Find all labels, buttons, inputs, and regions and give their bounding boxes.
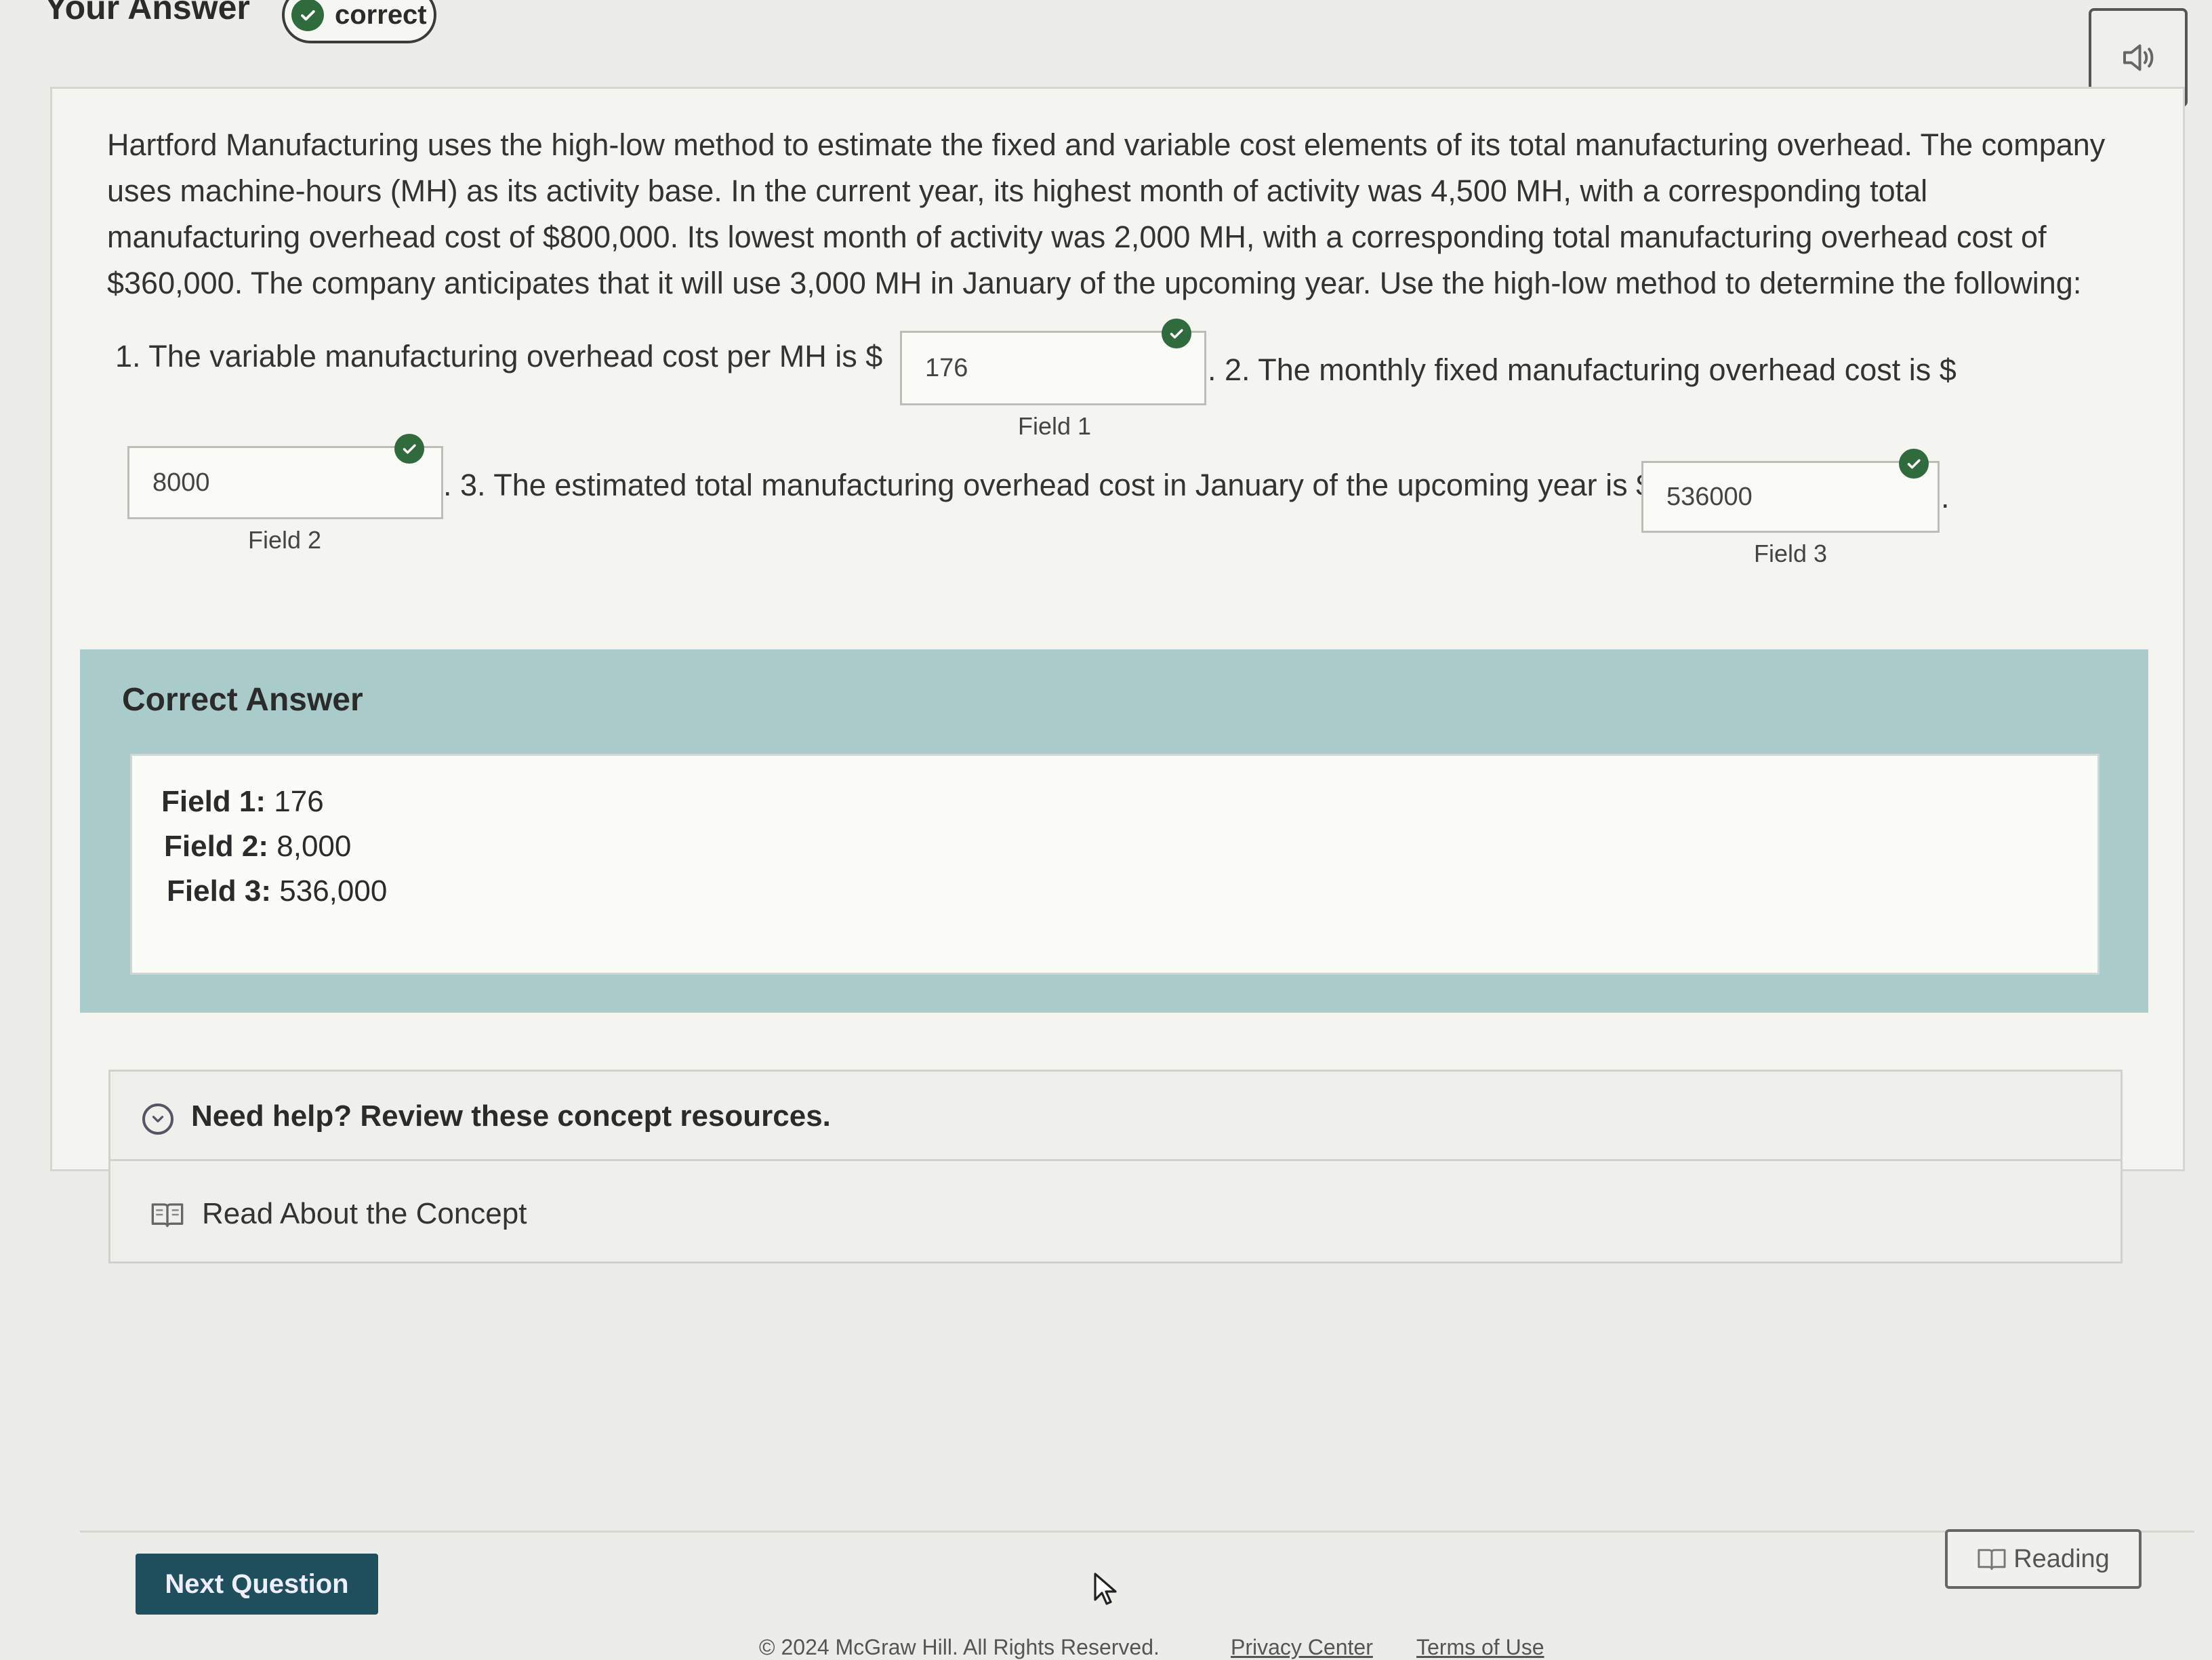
correct-answer-row-label: Field 1: <box>161 785 266 818</box>
privacy-center-label: Privacy Center <box>1231 1635 1373 1659</box>
answer-field-2-value: 8000 <box>152 468 210 497</box>
terms-of-use-link[interactable]: Terms of Use <box>1416 1635 1544 1660</box>
correct-answer-title: Correct Answer <box>122 682 363 718</box>
mouse-pointer-icon <box>1094 1573 1117 1605</box>
correct-answer-row-value: 176 <box>274 785 324 818</box>
book-icon <box>151 1203 184 1228</box>
check-circle-icon <box>291 0 324 31</box>
answer-field-1[interactable]: 176 <box>900 331 1206 405</box>
check-circle-icon <box>1899 449 1929 479</box>
page-title: Your Answer <box>45 0 250 26</box>
help-section <box>108 1070 2123 1263</box>
status-badge-label: correct <box>335 0 427 30</box>
answer-field-3[interactable]: 536000 <box>1641 461 1940 533</box>
terms-of-use-label: Terms of Use <box>1416 1635 1544 1659</box>
correct-answer-row: Field 1: 176 <box>161 785 324 819</box>
correct-answer-box <box>130 754 2100 975</box>
correct-answer-row-value: 8,000 <box>276 830 352 863</box>
field-1-label: Field 1 <box>1018 412 1092 440</box>
correct-answer-row: Field 3: 536,000 <box>167 874 387 908</box>
correct-answer-row: Field 2: 8,000 <box>164 830 351 864</box>
check-circle-icon <box>394 434 424 464</box>
next-question-button[interactable]: Next Question <box>136 1554 378 1615</box>
correct-answer-row-value: 536,000 <box>279 874 388 908</box>
answer-field-3-value: 536000 <box>1666 482 1753 511</box>
correct-answer-row-label: Field 3: <box>167 874 272 908</box>
question-text: Hartford Manufacturing uses the high-low… <box>107 127 2106 300</box>
footer-divider <box>80 1531 2194 1533</box>
check-circle-icon <box>1162 319 1191 348</box>
privacy-center-link[interactable]: Privacy Center <box>1231 1635 1373 1660</box>
reading-button-label: Reading <box>2013 1544 2110 1573</box>
part3-text: . 3. The estimated total manufacturing o… <box>443 468 1654 502</box>
status-badge: correct <box>282 0 436 43</box>
help-toggle[interactable]: Need help? Review these concept resource… <box>191 1099 831 1133</box>
chevron-down-circle-icon[interactable] <box>142 1104 173 1135</box>
answer-field-2[interactable]: 8000 <box>127 446 443 519</box>
correct-answer-row-label: Field 2: <box>164 830 269 863</box>
reading-button[interactable]: Reading <box>1945 1529 2142 1589</box>
field-2-label: Field 2 <box>248 526 322 554</box>
answer-field-1-value: 176 <box>925 353 968 382</box>
speaker-icon <box>2123 44 2154 71</box>
part3-suffix: . <box>1941 480 1950 514</box>
help-divider <box>108 1159 2123 1161</box>
read-about-concept-link[interactable]: Read About the Concept <box>202 1197 527 1231</box>
book-icon <box>1978 1549 2006 1571</box>
part1-text: 1. The variable manufacturing overhead c… <box>115 339 883 373</box>
copyright-text: © 2024 McGraw Hill. All Rights Reserved. <box>759 1635 1160 1659</box>
field-3-label: Field 3 <box>1754 540 1828 567</box>
part2-text: . 2. The monthly fixed manufacturing ove… <box>1208 352 1957 387</box>
